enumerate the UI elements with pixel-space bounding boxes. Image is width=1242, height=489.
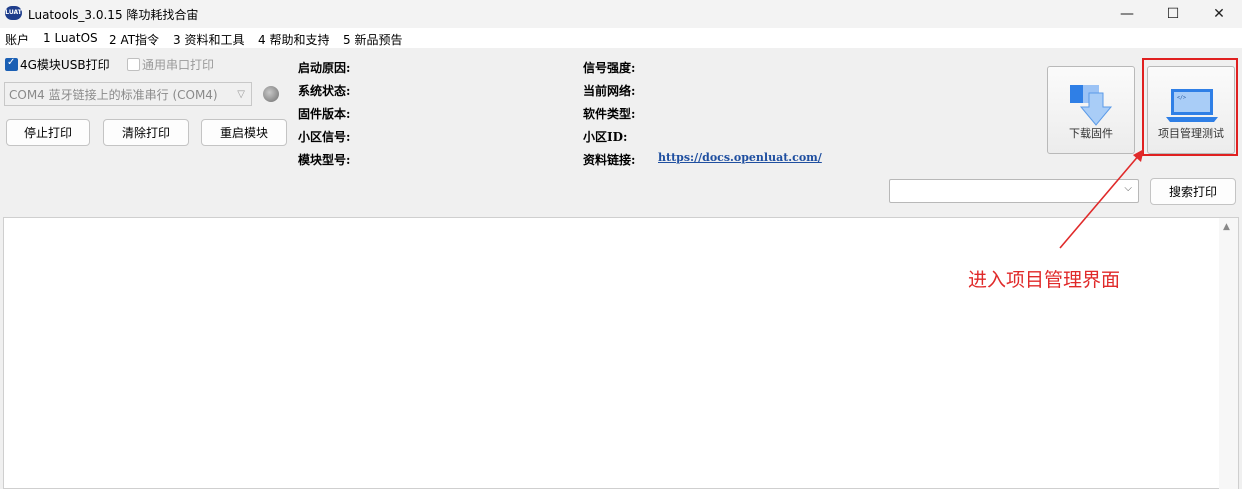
software-type-label: 软件类型: bbox=[583, 107, 636, 121]
cell-signal-label: 小区信号: bbox=[298, 130, 351, 144]
minimize-button[interactable]: — bbox=[1104, 0, 1150, 28]
annotation-text: 进入项目管理界面 bbox=[968, 269, 1121, 291]
highlight-box bbox=[1142, 58, 1238, 156]
serial-print-checkbox[interactable] bbox=[127, 58, 140, 71]
current-network-label: 当前网络: bbox=[583, 84, 636, 98]
cell-id-label: 小区ID: bbox=[583, 130, 628, 144]
log-output-area[interactable] bbox=[3, 217, 1239, 489]
serial-print-label: 通用串口打印 bbox=[142, 58, 215, 72]
stop-print-button[interactable]: 停止打印 bbox=[6, 119, 90, 146]
com-port-value: COM4 蓝牙链接上的标准串行 (COM4) bbox=[9, 88, 218, 102]
scrollbar[interactable] bbox=[1219, 218, 1238, 489]
usb-print-checkbox[interactable] bbox=[5, 57, 18, 71]
clear-print-button[interactable]: 清除打印 bbox=[103, 119, 189, 146]
firmware-version-label: 固件版本: bbox=[298, 107, 351, 121]
menu-help-support[interactable]: 4 帮助和支持 bbox=[258, 31, 329, 48]
restart-module-button[interactable]: 重启模块 bbox=[201, 119, 287, 146]
signal-strength-label: 信号强度: bbox=[583, 61, 636, 75]
annotation-arrow bbox=[1059, 149, 1144, 249]
menu-luatos[interactable]: 1 LuatOS bbox=[43, 31, 98, 45]
boot-reason-label: 启动原因: bbox=[298, 61, 351, 75]
connection-status-icon bbox=[263, 86, 279, 102]
menu-resources-tools[interactable]: 3 资料和工具 bbox=[173, 31, 244, 48]
maximize-button[interactable]: ☐ bbox=[1150, 0, 1196, 28]
docs-link[interactable]: https://docs.openluat.com/ bbox=[658, 151, 822, 164]
download-icon bbox=[1070, 85, 1113, 126]
scroll-up-icon[interactable]: ▲ bbox=[1223, 222, 1230, 232]
menu-account[interactable]: 账户 bbox=[5, 31, 29, 48]
menu-new-products[interactable]: 5 新品预告 bbox=[343, 31, 402, 48]
close-button[interactable]: ✕ bbox=[1196, 0, 1242, 28]
system-status-label: 系统状态: bbox=[298, 84, 351, 98]
search-print-button[interactable]: 搜索打印 bbox=[1150, 178, 1236, 205]
docs-link-label: 资料链接: bbox=[583, 153, 636, 167]
module-model-label: 模块型号: bbox=[298, 153, 351, 167]
menu-at-commands[interactable]: 2 AT指令 bbox=[109, 31, 159, 48]
window-title: Luatools_3.0.15 降功耗找合宙 bbox=[28, 8, 199, 22]
usb-print-label: 4G模块USB打印 bbox=[20, 58, 110, 72]
chevron-down-icon: ▽ bbox=[237, 89, 245, 100]
download-firmware-label: 下载固件 bbox=[1069, 127, 1113, 140]
app-logo-icon: LUAT bbox=[5, 6, 22, 20]
com-port-select[interactable]: COM4 蓝牙链接上的标准串行 (COM4) ▽ bbox=[4, 82, 252, 106]
